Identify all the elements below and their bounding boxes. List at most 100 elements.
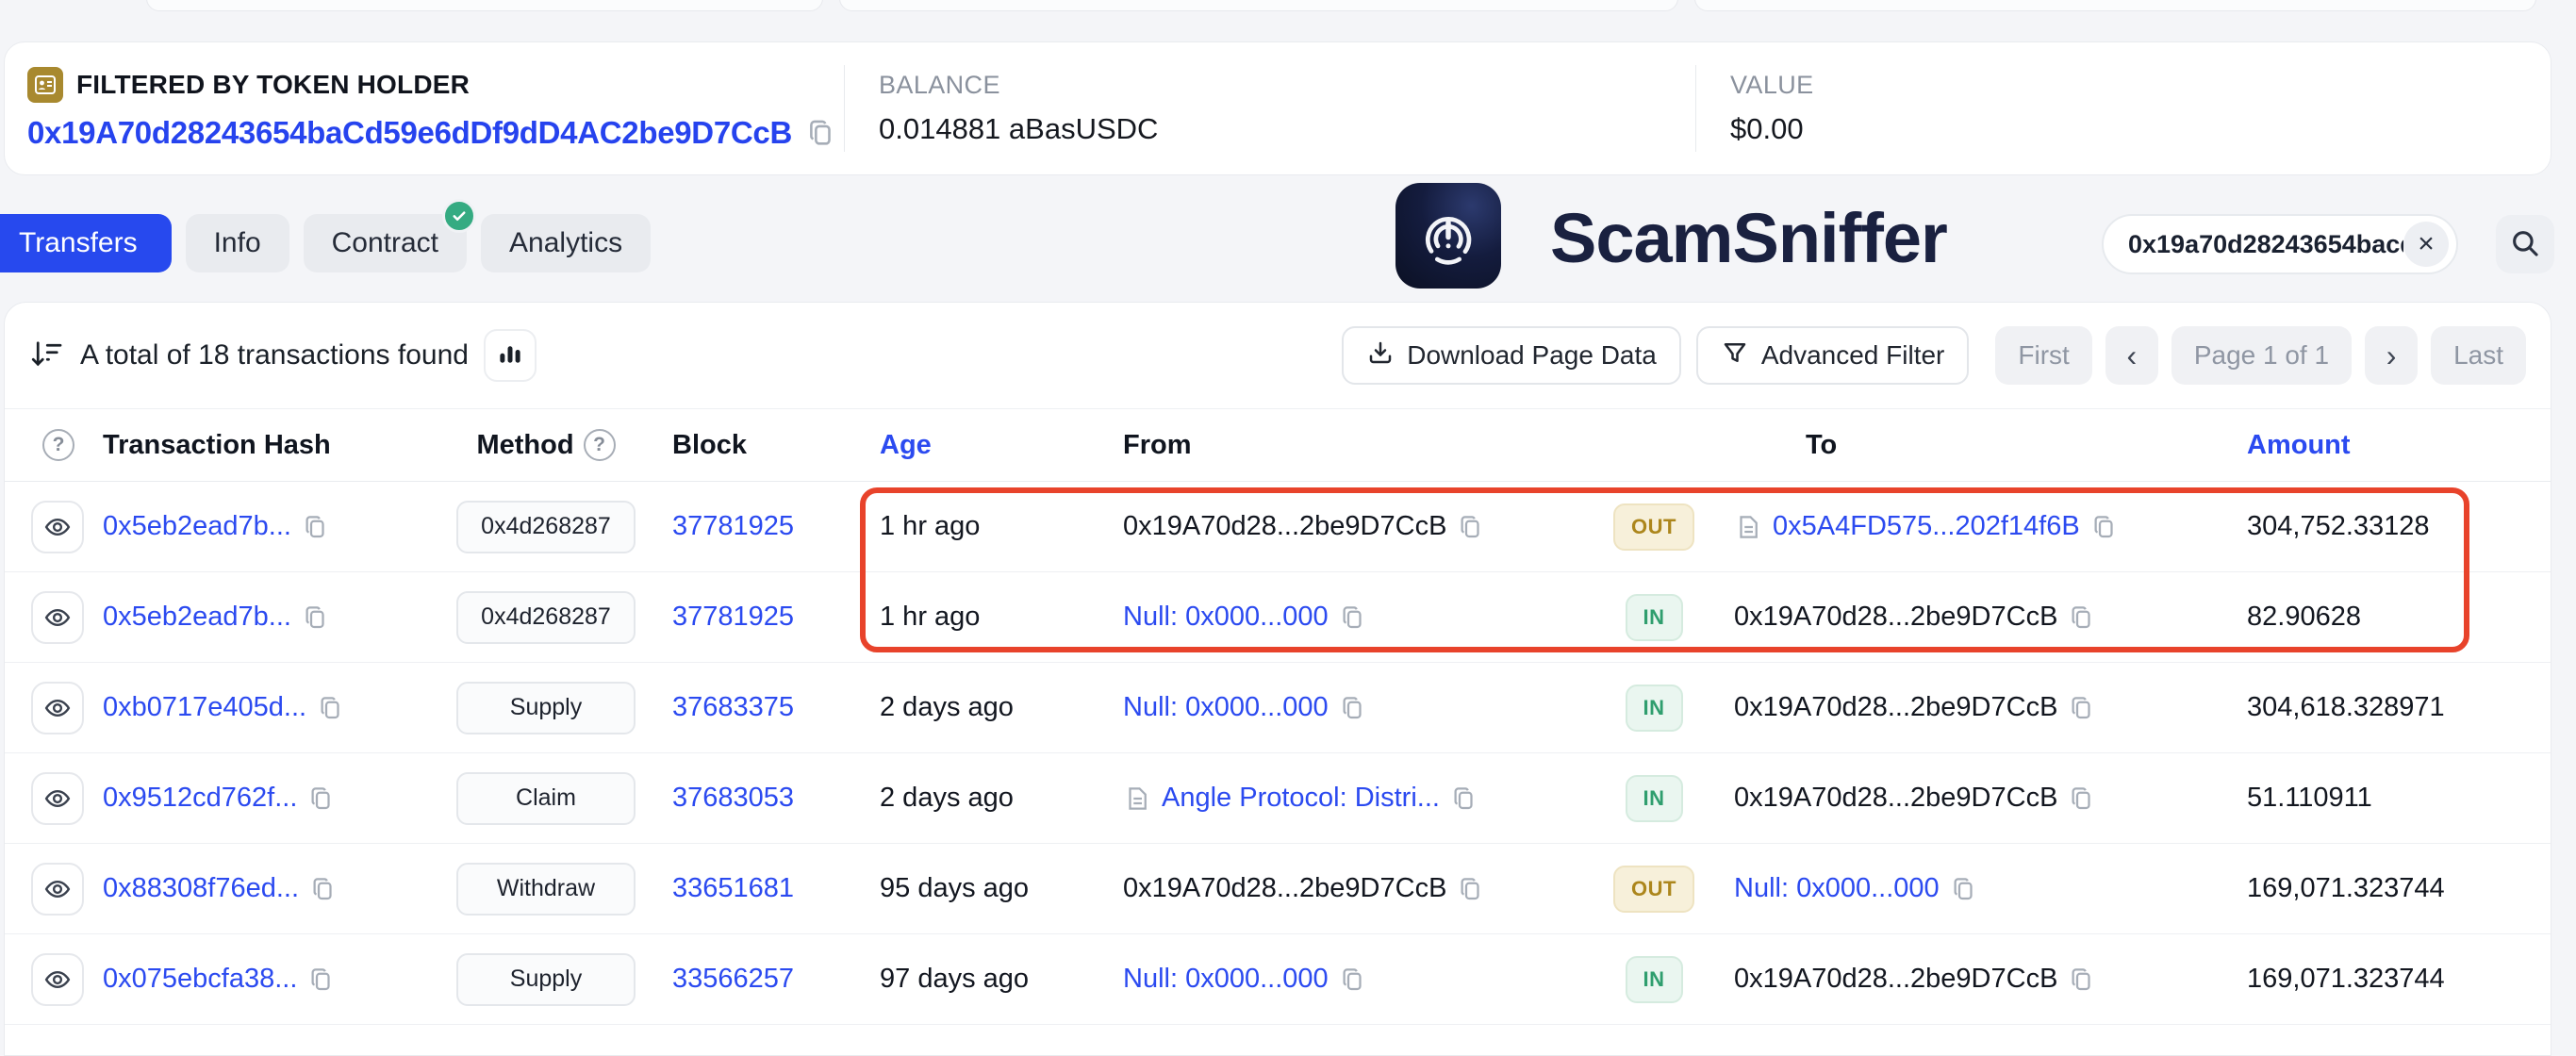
preview-eye-button[interactable]: [31, 591, 84, 644]
address-link[interactable]: Null: 0x000...000: [1734, 873, 1940, 904]
tab-info[interactable]: Info: [186, 214, 289, 272]
address-link[interactable]: Angle Protocol: Distri...: [1162, 783, 1440, 814]
copy-icon[interactable]: [302, 603, 330, 632]
preview-eye-button[interactable]: [31, 501, 84, 553]
document-icon: [1734, 513, 1762, 541]
search-value[interactable]: 0x19a70d28243654bacd5...: [2128, 230, 2403, 259]
tx-hash-link[interactable]: 0x9512cd762f...: [103, 783, 297, 814]
address-text: 0x19A70d28...2be9D7CcB: [1734, 783, 2057, 814]
table-toolbar: A total of 18 transactions found: [5, 303, 2551, 408]
block-link[interactable]: 33566257: [672, 964, 794, 994]
search-button[interactable]: [2496, 215, 2554, 273]
copy-icon[interactable]: [2068, 965, 2096, 994]
col-header-amount[interactable]: Amount: [2224, 430, 2551, 461]
advanced-filter-button[interactable]: Advanced Filter: [1696, 326, 1970, 385]
block-link[interactable]: 37781925: [672, 511, 794, 541]
transfers-table-card: A total of 18 transactions found: [4, 302, 2551, 1056]
from-cell: Null: 0x000...000: [1102, 964, 1574, 995]
block-link[interactable]: 37683375: [672, 692, 794, 722]
copy-icon[interactable]: [307, 784, 336, 813]
copy-icon[interactable]: [309, 875, 338, 903]
table-row: 0xb0717e405d... Supply 37683375 2 days a…: [5, 663, 2551, 753]
tx-hash-link[interactable]: 0x5eb2ead7b...: [103, 602, 291, 633]
copy-icon[interactable]: [1339, 694, 1367, 722]
tx-hash-link[interactable]: 0x88308f76ed...: [103, 873, 299, 904]
last-page-button[interactable]: Last: [2431, 326, 2526, 385]
chart-view-button[interactable]: [484, 329, 537, 382]
page-indicator: Page 1 of 1: [2171, 326, 2352, 385]
value-label: VALUE: [1730, 71, 2551, 100]
col-header-method: Method: [476, 430, 573, 461]
copy-icon[interactable]: [2090, 513, 2119, 541]
value-value: $0.00: [1730, 112, 2551, 146]
token-holder-filter-card: FILTERED BY TOKEN HOLDER 0x19A70d2824365…: [4, 41, 2551, 175]
copy-icon[interactable]: [2068, 603, 2096, 632]
search-area: 0x19a70d28243654bacd5... ×: [2102, 214, 2554, 274]
direction-badge: IN: [1626, 775, 1683, 822]
address-link[interactable]: Null: 0x000...000: [1123, 692, 1329, 723]
block-link[interactable]: 37781925: [672, 602, 794, 632]
table-header-row: ? Transaction Hash Method ? Block Age Fr…: [5, 408, 2551, 482]
address-link[interactable]: Null: 0x000...000: [1123, 602, 1329, 633]
help-icon[interactable]: ?: [584, 429, 616, 461]
address-link[interactable]: 0x5A4FD575...202f14f6B: [1773, 511, 2080, 542]
search-icon: [2509, 227, 2541, 262]
to-cell: 0x19A70d28...2be9D7CcB: [1734, 783, 2224, 814]
tx-hash-link[interactable]: 0x075ebcfa38...: [103, 964, 297, 995]
method-badge: 0x4d268287: [456, 501, 636, 553]
copy-icon[interactable]: [1950, 875, 1978, 903]
direction-badge: IN: [1626, 956, 1683, 1003]
verified-check-icon: [442, 199, 476, 233]
col-header-age[interactable]: Age: [867, 430, 1102, 461]
to-cell: Null: 0x000...000: [1734, 873, 2224, 904]
preview-eye-button[interactable]: [31, 863, 84, 916]
copy-icon[interactable]: [2068, 784, 2096, 813]
address-link[interactable]: Null: 0x000...000: [1123, 964, 1329, 995]
copy-icon[interactable]: [805, 117, 837, 149]
col-header-from: From: [1102, 430, 1574, 461]
token-holder-address-link[interactable]: 0x19A70d28243654baCd59e6dDf9dD4AC2be9D7C…: [27, 115, 792, 151]
block-link[interactable]: 37683053: [672, 783, 794, 813]
prev-page-button[interactable]: ‹: [2105, 326, 2158, 385]
top-card-edge: [1694, 0, 2536, 11]
to-cell: 0x19A70d28...2be9D7CcB: [1734, 602, 2224, 633]
address-text: 0x19A70d28...2be9D7CcB: [1123, 511, 1446, 542]
copy-icon[interactable]: [1339, 965, 1367, 994]
tab-analytics[interactable]: Analytics: [481, 214, 651, 272]
table-row: 0x5eb2ead7b... 0x4d268287 37781925 1 hr …: [5, 572, 2551, 663]
copy-icon[interactable]: [302, 513, 330, 541]
tx-hash-link[interactable]: 0xb0717e405d...: [103, 692, 306, 723]
next-page-button[interactable]: ›: [2365, 326, 2418, 385]
method-badge: 0x4d268287: [456, 591, 636, 644]
funnel-icon: [1721, 338, 1749, 373]
copy-icon[interactable]: [1339, 603, 1367, 632]
block-link[interactable]: 33651681: [672, 873, 794, 903]
download-page-data-button[interactable]: Download Page Data: [1342, 326, 1681, 385]
preview-eye-button[interactable]: [31, 772, 84, 825]
method-badge: Supply: [456, 682, 636, 734]
col-header-block: Block: [659, 430, 867, 461]
tx-hash-link[interactable]: 0x5eb2ead7b...: [103, 511, 291, 542]
copy-icon[interactable]: [1457, 875, 1485, 903]
age-text: 1 hr ago: [867, 511, 1102, 542]
top-card-edge: [839, 0, 1678, 11]
clear-search-button[interactable]: ×: [2403, 222, 2449, 267]
copy-icon[interactable]: [1457, 513, 1485, 541]
preview-eye-button[interactable]: [31, 682, 84, 734]
age-text: 95 days ago: [867, 873, 1102, 904]
copy-icon[interactable]: [2068, 694, 2096, 722]
amount-text: 82.90628: [2224, 602, 2551, 633]
search-input[interactable]: 0x19a70d28243654bacd5... ×: [2102, 214, 2458, 274]
from-cell: Angle Protocol: Distri...: [1102, 783, 1574, 814]
preview-eye-button[interactable]: [31, 953, 84, 1006]
copy-icon[interactable]: [307, 965, 336, 994]
age-text: 97 days ago: [867, 964, 1102, 995]
address-text: 0x19A70d28...2be9D7CcB: [1123, 873, 1446, 904]
method-badge: Withdraw: [456, 863, 636, 916]
copy-icon[interactable]: [1450, 784, 1478, 813]
help-icon[interactable]: ?: [42, 429, 74, 461]
tab-transfers[interactable]: Transfers: [0, 214, 172, 272]
first-page-button[interactable]: First: [1995, 326, 2091, 385]
copy-icon[interactable]: [317, 694, 345, 722]
tab-contract[interactable]: Contract: [304, 214, 467, 272]
